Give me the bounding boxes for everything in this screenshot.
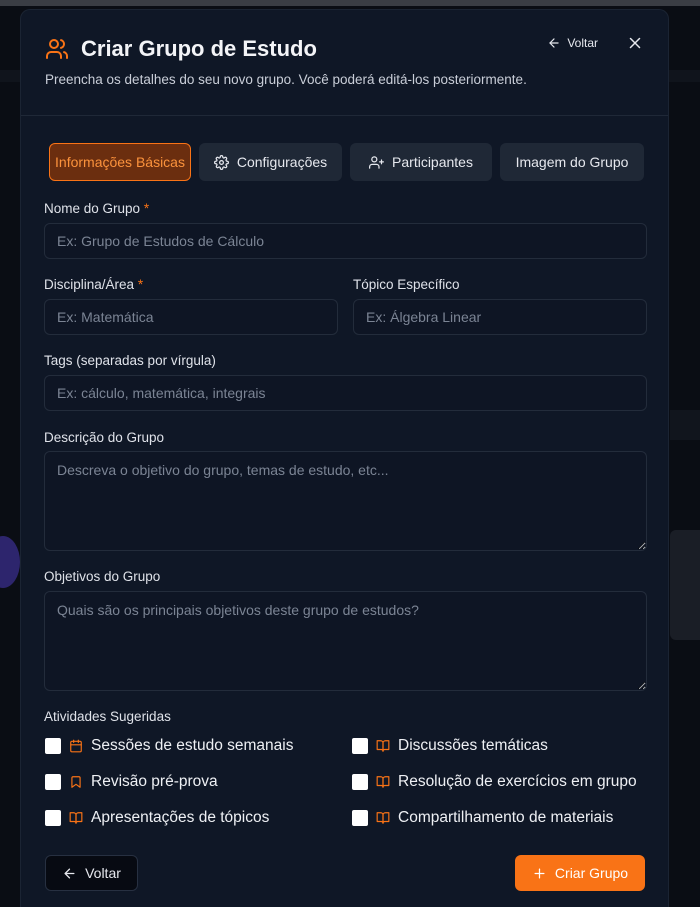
activity-label: Resolução de exercícios em grupo bbox=[398, 773, 637, 790]
arrow-left-icon bbox=[64, 868, 75, 878]
discipline-label-text: Disciplina/Área bbox=[44, 277, 135, 292]
tab-group-image[interactable]: Imagem do Grupo bbox=[500, 143, 644, 181]
description-textarea[interactable] bbox=[44, 451, 647, 551]
book-open-icon bbox=[376, 776, 390, 788]
tags-input[interactable] bbox=[44, 375, 647, 411]
activity-label: Sessões de estudo semanais bbox=[91, 737, 294, 754]
create-group-modal: Criar Grupo de Estudo Preencha os detalh… bbox=[20, 9, 669, 907]
tab-basic-info-label: Informações Básicas bbox=[55, 154, 185, 170]
topic-label: Tópico Específico bbox=[353, 277, 460, 292]
title-row: Criar Grupo de Estudo bbox=[45, 36, 317, 62]
back-button-label: Voltar bbox=[85, 865, 121, 881]
activity-checkbox[interactable] bbox=[45, 738, 61, 754]
activity-checkbox[interactable] bbox=[352, 774, 368, 790]
tab-basic-info[interactable]: Informações Básicas bbox=[49, 143, 191, 181]
book-open-icon bbox=[376, 740, 390, 752]
activities-label: Atividades Sugeridas bbox=[44, 709, 171, 724]
required-mark: * bbox=[143, 201, 150, 216]
activity-checkbox[interactable] bbox=[45, 810, 61, 826]
background-card bbox=[670, 530, 700, 640]
back-top-label: Voltar bbox=[567, 36, 598, 50]
topic-input[interactable] bbox=[353, 299, 647, 335]
activity-label: Discussões temáticas bbox=[398, 737, 548, 754]
tab-settings[interactable]: Configurações bbox=[199, 143, 342, 181]
activity-checkbox[interactable] bbox=[352, 810, 368, 826]
activity-thematic-discussions[interactable]: Discussões temáticas bbox=[352, 737, 548, 755]
modal-header: Criar Grupo de Estudo Preencha os detalh… bbox=[21, 10, 668, 116]
activity-topic-presentations[interactable]: Apresentações de tópicos bbox=[45, 809, 269, 827]
activity-label: Compartilhamento de materiais bbox=[398, 809, 614, 826]
bookmark-icon bbox=[71, 776, 81, 788]
close-icon[interactable] bbox=[626, 34, 644, 52]
description-label: Descrição do Grupo bbox=[44, 430, 165, 445]
plus-icon bbox=[534, 868, 545, 878]
modal-title: Criar Grupo de Estudo bbox=[81, 36, 317, 61]
activity-checkbox[interactable] bbox=[352, 738, 368, 754]
modal-subtitle: Preencha os detalhes do seu novo grupo. … bbox=[45, 72, 527, 87]
discipline-label: Disciplina/Área * bbox=[44, 277, 143, 292]
background-topbar bbox=[0, 0, 700, 6]
back-button[interactable]: Voltar bbox=[45, 855, 138, 891]
gear-icon bbox=[213, 154, 229, 170]
calendar-icon bbox=[70, 739, 82, 753]
objectives-label: Objetivos do Grupo bbox=[44, 569, 161, 584]
users-icon bbox=[46, 39, 68, 59]
discipline-input[interactable] bbox=[44, 299, 338, 335]
activity-checkbox[interactable] bbox=[45, 774, 61, 790]
tab-group-image-label: Imagem do Grupo bbox=[515, 154, 629, 170]
book-open-icon bbox=[376, 812, 390, 824]
activity-material-sharing[interactable]: Compartilhamento de materiais bbox=[352, 809, 613, 827]
arrow-left-icon bbox=[549, 38, 559, 48]
tab-participants-label: Participantes bbox=[392, 154, 473, 170]
required-mark: * bbox=[137, 277, 144, 292]
back-top-button[interactable]: Voltar bbox=[547, 36, 598, 50]
objectives-textarea[interactable] bbox=[44, 591, 647, 691]
create-group-label: Criar Grupo bbox=[554, 865, 629, 881]
tags-label: Tags (separadas por vírgula) bbox=[44, 353, 216, 368]
activity-label: Apresentações de tópicos bbox=[91, 809, 270, 826]
activity-weekly-sessions[interactable]: Sessões de estudo semanais bbox=[45, 737, 293, 755]
activity-exam-review[interactable]: Revisão pré-prova bbox=[45, 773, 218, 791]
group-name-label: Nome do Grupo * bbox=[44, 201, 149, 216]
tab-settings-label: Configurações bbox=[236, 154, 328, 170]
user-plus-icon bbox=[369, 155, 385, 169]
tab-participants[interactable]: Participantes bbox=[350, 143, 492, 181]
group-name-label-text: Nome do Grupo bbox=[44, 201, 141, 216]
create-group-button[interactable]: Criar Grupo bbox=[515, 855, 645, 891]
group-name-input[interactable] bbox=[44, 223, 647, 259]
book-open-icon bbox=[69, 812, 83, 824]
tab-bar: Informações Básicas Configurações Partic… bbox=[49, 143, 644, 181]
background-panel bbox=[670, 410, 700, 440]
activity-group-exercises[interactable]: Resolução de exercícios em grupo bbox=[352, 773, 637, 791]
activity-label: Revisão pré-prova bbox=[91, 773, 218, 790]
